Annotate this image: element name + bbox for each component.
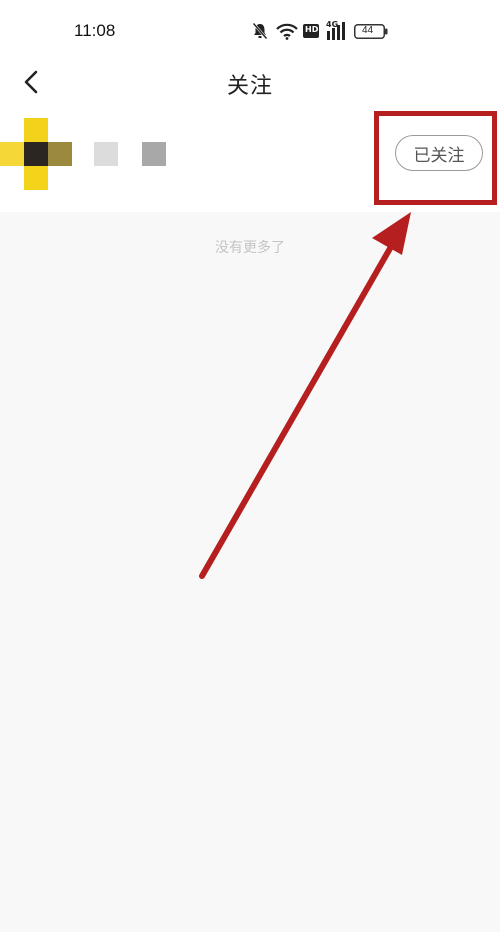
status-bar: 11:08 HD 4G 44 — [0, 0, 500, 58]
list-item[interactable]: 已关注 — [0, 106, 500, 212]
status-time: 11:08 — [74, 21, 116, 40]
avatar[interactable] — [0, 118, 72, 190]
battery-level: 44 — [362, 25, 374, 36]
following-button[interactable]: 已关注 — [395, 135, 483, 171]
signal-icon — [327, 22, 345, 40]
page-title: 关注 — [226, 74, 273, 99]
hd-label: HD — [305, 25, 319, 34]
mute-bell-icon — [252, 22, 268, 40]
no-more-text: 没有更多了 — [215, 240, 285, 256]
wifi-icon — [276, 23, 298, 40]
nav-bar: 关注 — [0, 58, 500, 106]
username-pixelated — [94, 142, 168, 166]
